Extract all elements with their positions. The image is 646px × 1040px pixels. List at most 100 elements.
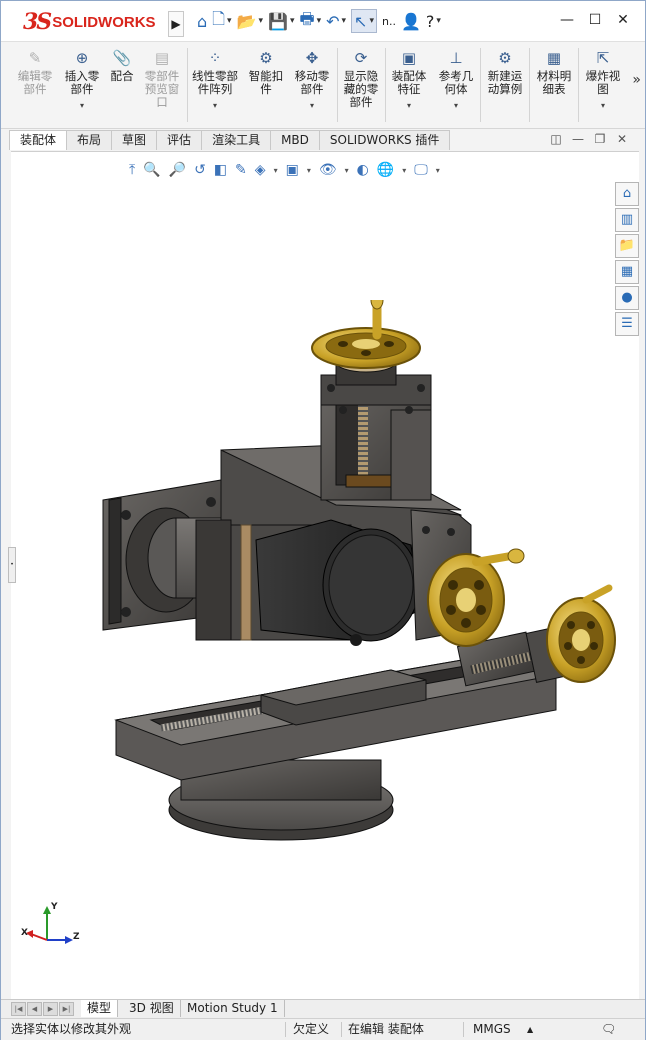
reference-geometry-icon: ⊥ xyxy=(449,49,463,67)
exploded-view-icon: ⇱ xyxy=(596,49,610,67)
tab-assembly[interactable]: 装配体 xyxy=(9,130,68,150)
view-orientation-icon[interactable]: ⤒ xyxy=(129,162,135,178)
new-motion-study-label: 新建运 动算例 xyxy=(487,69,523,96)
apply-scene-icon[interactable]: 🌐 xyxy=(377,162,394,178)
save-icon[interactable]: 💾 ▾ xyxy=(268,10,294,32)
show-hidden-label: 显示隐 藏的零 部件 xyxy=(343,69,379,109)
move-component-button[interactable]: ✥ 移动零 部件 ▾ xyxy=(290,48,334,112)
bill-of-materials-icon: ▦ xyxy=(546,49,562,67)
linear-pattern-icon: ⁘ xyxy=(208,49,222,67)
doc-minimize-icon[interactable]: — xyxy=(567,132,589,146)
minimize-button[interactable]: — xyxy=(553,9,581,31)
move-component-label: 移动零 部件 xyxy=(294,69,330,96)
user-icon[interactable]: 👤 xyxy=(401,10,421,32)
bill-of-materials-button[interactable]: ▦ 材料明 细表 xyxy=(531,48,577,96)
new-motion-study-button[interactable]: ⚙ 新建运 动算例 xyxy=(482,48,528,96)
ribbon-more-button[interactable]: » xyxy=(632,72,641,88)
command-manager-tabs: 装配体 布局 草图 评估 渲染工具 MBD SOLIDWORKS 插件 xyxy=(9,130,451,150)
menu-expand-arrow[interactable]: ▶ xyxy=(168,11,184,37)
tab-sketch[interactable]: 草图 xyxy=(111,130,158,150)
status-bar: 选择实体以修改其外观 欠定义 在编辑 装配体 MMGS ▲ 🗨 xyxy=(1,1018,645,1040)
show-hidden-components-button[interactable]: ⟳ 显示隐 藏的零 部件 xyxy=(339,48,383,109)
section-view-icon[interactable]: ◧ xyxy=(214,162,227,178)
motion-study-icon: ⚙ xyxy=(498,49,512,67)
command-manager-ribbon: ✎ 编辑零 部件 ⊕ 插入零 部件 ▾ 📎 配合 ▤ 零部件 预览窗 口 ⁘ 线性零部 件阵… xyxy=(1,42,645,129)
last-tab-icon[interactable]: ▶| xyxy=(59,1002,74,1016)
doc-restore-icon[interactable]: ❐ xyxy=(589,132,611,146)
help-button[interactable]: ? ▾ xyxy=(426,10,441,32)
component-preview-button[interactable]: ▤ 零部件 预览窗 口 xyxy=(139,48,185,109)
status-constraint: 欠定义 xyxy=(293,1022,330,1036)
servo-motor xyxy=(195,519,422,646)
open-icon[interactable]: 📂 ▾ xyxy=(237,10,263,32)
prev-tab-icon[interactable]: ◀ xyxy=(27,1002,42,1016)
vertical-column xyxy=(320,351,432,501)
graphics-area[interactable]: ⤒ 🔍 🔎 ↺ ◧ ✎ ◈ ▾ ▣ ▾ 👁 ▾ ◐ 🌐 ▾ 🖵 ▾ ⌂ ▥ 📁 ▦ ● ☰… xyxy=(8,151,639,1000)
previous-view-icon[interactable]: ↺ xyxy=(194,162,206,178)
tab-motion-study-1[interactable]: Motion Study 1 xyxy=(181,1000,285,1017)
status-options-icon[interactable]: 🗨 xyxy=(601,1019,616,1040)
right-handwheel xyxy=(546,584,616,683)
dynamic-annotation-icon[interactable]: ✎ xyxy=(235,162,247,178)
solidworks-resources-icon[interactable]: ⌂ xyxy=(615,182,639,206)
restore-left-icon[interactable]: ◫ xyxy=(545,132,567,146)
tab-mbd[interactable]: MBD xyxy=(270,130,320,150)
insert-component-icon: ⊕ xyxy=(75,49,89,67)
assembly-model-render[interactable] xyxy=(81,300,621,860)
linear-pattern-button[interactable]: ⁘ 线性零部 件阵列 ▾ xyxy=(189,48,241,112)
ds-logo-mark: 3S xyxy=(23,9,52,35)
reference-geometry-button[interactable]: ⊥ 参考几 何体 ▾ xyxy=(433,48,479,112)
insert-component-button[interactable]: ⊕ 插入零 部件 ▾ xyxy=(59,48,105,112)
view-settings-icon[interactable]: 🖵 xyxy=(414,162,428,178)
edit-appearance-icon[interactable]: ◐ xyxy=(357,162,369,178)
home-icon[interactable]: ⌂ xyxy=(197,10,207,32)
feature-manager-collapse-handle[interactable]: • xyxy=(8,547,16,583)
status-message: 选择实体以修改其外观 xyxy=(11,1022,132,1036)
select-arrow-icon[interactable]: ↖ ▾ xyxy=(351,9,377,33)
tab-render-tools[interactable]: 渲染工具 xyxy=(201,130,272,150)
file-explorer-icon[interactable]: 📁 xyxy=(615,234,639,258)
view-cube-icon[interactable]: ◈ xyxy=(255,162,266,178)
mate-button[interactable]: 📎 配合 xyxy=(107,48,137,83)
user-menu[interactable]: n.. xyxy=(382,10,396,32)
zoom-to-fit-icon[interactable]: 🔍 xyxy=(143,162,160,178)
design-library-icon[interactable]: ▥ xyxy=(615,208,639,232)
tab-scroll-buttons: |◀ ◀ ▶ ▶| xyxy=(11,1002,75,1016)
assembly-features-button[interactable]: ▣ 装配体 特征 ▾ xyxy=(387,48,431,112)
tab-3d-views[interactable]: 3D 视图 xyxy=(123,1000,181,1017)
exploded-view-label: 爆炸视 图 xyxy=(585,69,621,96)
component-preview-icon: ▤ xyxy=(154,49,170,67)
assembly-features-label: 装配体 特征 xyxy=(391,69,427,96)
solidworks-logo[interactable]: 3S SOLIDWORKS xyxy=(23,9,156,35)
units-arrow-icon[interactable]: ▲ xyxy=(527,1019,533,1040)
tab-evaluate[interactable]: 评估 xyxy=(156,130,203,150)
next-tab-icon[interactable]: ▶ xyxy=(43,1002,58,1016)
smart-fasteners-button[interactable]: ⚙ 智能扣 件 xyxy=(244,48,288,96)
undo-icon[interactable]: ↶ ▾ xyxy=(326,10,346,32)
edit-component-label: 编辑零 部件 xyxy=(17,69,53,96)
print-icon[interactable]: 🖶 ▾ xyxy=(299,9,321,32)
view-palette-icon[interactable]: ▦ xyxy=(615,260,639,284)
top-handwheel xyxy=(311,300,421,369)
edit-component-button[interactable]: ✎ 编辑零 部件 xyxy=(13,48,57,96)
first-tab-icon[interactable]: |◀ xyxy=(11,1002,26,1016)
new-document-icon[interactable]: 🗋 ▾ xyxy=(212,9,231,32)
document-window-controls: ◫ — ❐ ✕ xyxy=(545,132,633,146)
window-controls: — ☐ ✕ xyxy=(553,9,637,31)
doc-close-icon[interactable]: ✕ xyxy=(611,132,633,146)
zoom-to-area-icon[interactable]: 🔎 xyxy=(169,162,186,178)
help-label: ? xyxy=(425,11,435,31)
coordinate-triad: Y X Z xyxy=(21,902,81,952)
tab-layout[interactable]: 布局 xyxy=(66,130,113,150)
tab-model[interactable]: 模型 xyxy=(81,1000,119,1017)
side-handwheel xyxy=(427,548,525,647)
insert-component-label: 插入零 部件 xyxy=(64,69,100,96)
display-style-icon[interactable]: ▣ xyxy=(286,162,299,178)
exploded-view-button[interactable]: ⇱ 爆炸视 图 ▾ xyxy=(580,48,626,112)
close-button[interactable]: ✕ xyxy=(609,9,637,31)
triad-y-label: Y xyxy=(51,902,58,912)
tab-solidworks-addins[interactable]: SOLIDWORKS 插件 xyxy=(318,130,451,150)
maximize-button[interactable]: ☐ xyxy=(581,9,609,31)
hide-show-items-icon[interactable]: 👁 xyxy=(319,162,337,178)
status-units[interactable]: MMGS xyxy=(473,1019,511,1040)
